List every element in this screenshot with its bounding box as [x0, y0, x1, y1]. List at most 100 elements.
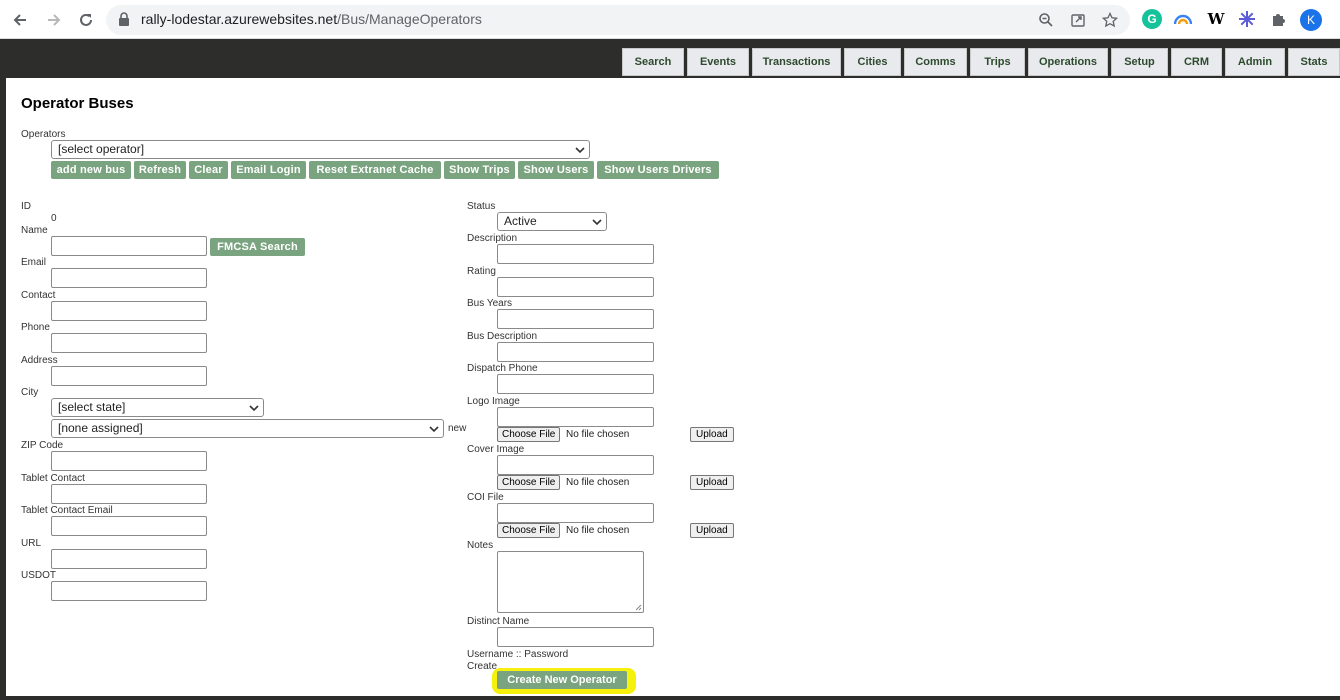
address-field[interactable]	[51, 366, 207, 386]
bus-years-field[interactable]	[497, 309, 654, 329]
operators-label: Operators	[21, 129, 66, 140]
tab-admin[interactable]: Admin	[1225, 48, 1285, 76]
browser-toolbar: rally-lodestar.azurewebsites.net/Bus/Man…	[0, 0, 1340, 39]
tab-events[interactable]: Events	[687, 48, 749, 76]
clear-button[interactable]: Clear	[189, 161, 228, 179]
bus-description-label: Bus Description	[467, 331, 538, 342]
logo-upload-button[interactable]: Upload	[690, 427, 734, 442]
avatar[interactable]: K	[1300, 9, 1322, 31]
chevron-down-icon	[249, 402, 259, 416]
tab-trips[interactable]: Trips	[970, 48, 1025, 76]
usdot-field[interactable]	[51, 581, 207, 601]
tab-search[interactable]: Search	[622, 48, 684, 76]
fmcsa-search-button[interactable]: FMCSA Search	[210, 238, 305, 256]
zip-field[interactable]	[51, 451, 207, 471]
tab-operations[interactable]: Operations	[1028, 48, 1108, 76]
show-users-button[interactable]: Show Users	[518, 161, 594, 179]
wikipedia-icon[interactable]: W	[1206, 9, 1226, 29]
coi-choose-file-button[interactable]: Choose File	[497, 523, 561, 538]
puzzle-icon[interactable]	[1269, 9, 1289, 29]
cover-choose-file-button[interactable]: Choose File	[497, 475, 561, 490]
phone-label: Phone	[21, 322, 50, 333]
coi-no-file-text: No file chosen	[566, 525, 630, 536]
cover-image-field[interactable]	[497, 455, 654, 475]
refresh-button[interactable]: Refresh	[134, 161, 186, 179]
city-new-link[interactable]: new	[448, 423, 466, 434]
resize-handle-icon[interactable]	[634, 603, 642, 611]
description-field[interactable]	[497, 244, 654, 264]
operator-select-value: [select operator]	[58, 142, 145, 156]
show-trips-button[interactable]: Show Trips	[444, 161, 515, 179]
status-select[interactable]: Active	[497, 212, 607, 231]
chevron-down-icon	[592, 216, 602, 230]
bus-years-label: Bus Years	[467, 298, 513, 309]
forward-icon[interactable]	[42, 8, 66, 32]
tablet-contact-email-label: Tablet Contact Email	[21, 505, 113, 516]
city-select-value: [none assigned]	[58, 421, 143, 435]
address-bar[interactable]: rally-lodestar.azurewebsites.net/Bus/Man…	[106, 5, 1130, 35]
zip-label: ZIP Code	[21, 440, 64, 451]
tab-crm[interactable]: CRM	[1171, 48, 1222, 76]
city-label: City	[21, 387, 39, 398]
tab-stats[interactable]: Stats	[1288, 48, 1340, 76]
chevron-down-icon	[429, 423, 439, 437]
logo-image-label: Logo Image	[467, 396, 520, 407]
back-icon[interactable]	[8, 8, 32, 32]
tab-setup[interactable]: Setup	[1111, 48, 1168, 76]
share-icon[interactable]	[1069, 11, 1087, 29]
bus-description-field[interactable]	[497, 342, 654, 362]
coi-file-field[interactable]	[497, 503, 654, 523]
tablet-contact-email-field[interactable]	[51, 516, 207, 536]
email-login-button[interactable]: Email Login	[231, 161, 306, 179]
url-text: rally-lodestar.azurewebsites.net/Bus/Man…	[141, 11, 482, 27]
rating-field[interactable]	[497, 277, 654, 297]
add-new-bus-button[interactable]: add new bus	[51, 161, 131, 179]
url-host: rally-lodestar.azurewebsites.net	[141, 11, 338, 27]
id-label: ID	[21, 201, 31, 212]
cover-upload-button[interactable]: Upload	[690, 475, 734, 490]
usdot-label: USDOT	[21, 570, 56, 581]
rating-label: Rating	[467, 266, 496, 277]
logo-choose-file-button[interactable]: Choose File	[497, 427, 561, 442]
email-label: Email	[21, 257, 47, 268]
arc-icon[interactable]	[1173, 9, 1193, 29]
sparkle-icon[interactable]	[1237, 9, 1257, 29]
show-users-drivers-button[interactable]: Show Users Drivers	[597, 161, 719, 179]
dispatch-phone-field[interactable]	[497, 374, 654, 394]
create-new-operator-button[interactable]: Create New Operator	[497, 671, 627, 689]
distinct-name-field[interactable]	[497, 627, 654, 647]
description-label: Description	[467, 233, 518, 244]
state-select-value: [select state]	[58, 400, 126, 414]
cover-no-file-text: No file chosen	[566, 477, 630, 488]
tablet-contact-label: Tablet Contact	[21, 473, 85, 484]
bookmark-star-icon[interactable]	[1101, 11, 1119, 29]
reload-icon[interactable]	[74, 8, 98, 32]
id-value: 0	[51, 213, 57, 224]
username-password-text: Username :: Password	[467, 649, 569, 660]
state-select[interactable]: [select state]	[51, 398, 264, 417]
coi-upload-button[interactable]: Upload	[690, 523, 734, 538]
tab-comms[interactable]: Comms	[904, 48, 967, 76]
grammarly-icon[interactable]: G	[1142, 9, 1162, 29]
tablet-contact-field[interactable]	[51, 484, 207, 504]
url-field[interactable]	[51, 549, 207, 569]
phone-field[interactable]	[51, 333, 207, 353]
zoom-icon[interactable]	[1037, 11, 1055, 29]
url-path: /Bus/ManageOperators	[337, 11, 482, 27]
operator-select[interactable]: [select operator]	[51, 140, 590, 159]
name-field[interactable]	[51, 236, 207, 256]
notes-field[interactable]	[497, 551, 644, 613]
cover-image-label: Cover Image	[467, 444, 525, 455]
notes-label: Notes	[467, 540, 494, 551]
dispatch-phone-label: Dispatch Phone	[467, 363, 538, 374]
contact-field[interactable]	[51, 301, 207, 321]
tab-cities[interactable]: Cities	[844, 48, 901, 76]
reset-extranet-cache-button[interactable]: Reset Extranet Cache	[309, 161, 441, 179]
address-label: Address	[21, 355, 58, 366]
email-field[interactable]	[51, 268, 207, 288]
logo-image-field[interactable]	[497, 407, 654, 427]
city-select[interactable]: [none assigned]	[51, 419, 444, 438]
tab-transactions[interactable]: Transactions	[752, 48, 841, 76]
page-title: Operator Buses	[21, 95, 134, 112]
lock-icon	[118, 12, 130, 31]
